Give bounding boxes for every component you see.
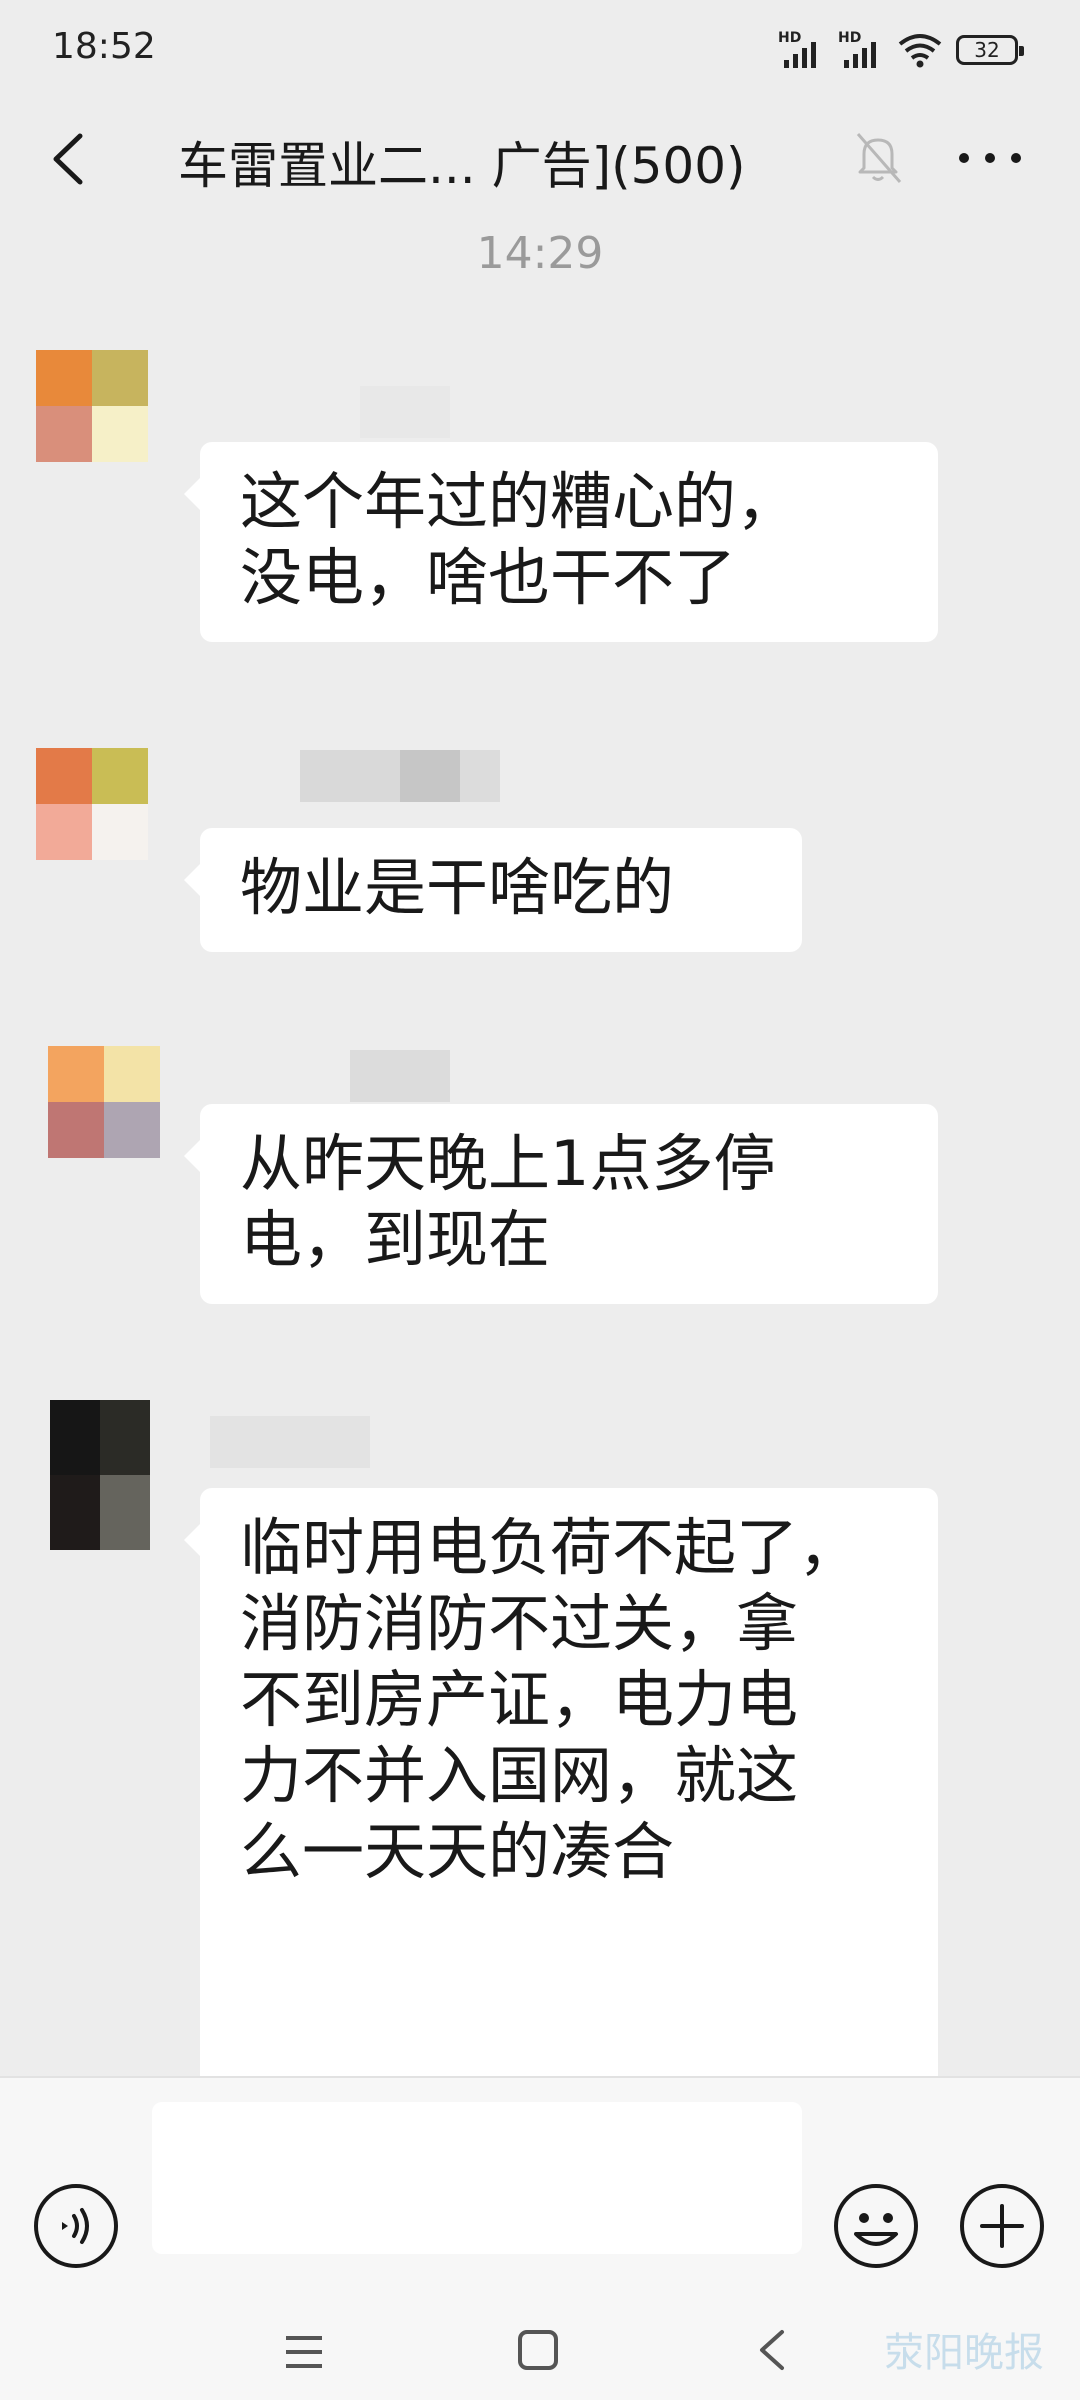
status-bar: 18:52 HD HD 32	[0, 0, 1080, 100]
message-timestamp: 14:29	[476, 228, 604, 279]
plus-icon[interactable]	[958, 2182, 1046, 2270]
message-text: 物业是干啥吃的	[240, 851, 675, 924]
sender-name-blurred	[360, 386, 450, 438]
message-bubble[interactable]: 从昨天晚上1点多停 电，到现在	[184, 1104, 938, 1304]
menu-icon[interactable]	[282, 2332, 326, 2372]
message-bubble[interactable]: 这个年过的糟心的， 没电，啥也干不了	[184, 442, 938, 642]
status-icons: HD HD 32	[778, 28, 1024, 72]
home-square-icon[interactable]	[516, 2328, 560, 2372]
battery-level: 32	[974, 38, 1000, 62]
message-text: 临时用电负荷不起了， 消防消防不过关，拿 不到房产证，电力电 力不并入国网，就这…	[240, 1511, 861, 1888]
avatar[interactable]	[36, 350, 148, 462]
back-triangle-icon[interactable]	[750, 2326, 794, 2374]
chat-header: 车雷置业二... 广告](500)	[0, 100, 1080, 228]
avatar[interactable]	[48, 1046, 160, 1158]
sender-name-blurred	[210, 1416, 370, 1468]
avatar[interactable]	[36, 748, 148, 860]
avatar[interactable]	[50, 1400, 150, 1550]
sender-name-blurred	[300, 750, 500, 802]
chevron-left-icon[interactable]	[36, 124, 106, 194]
battery-icon: 32	[956, 35, 1024, 65]
system-nav-bar: 荥阳晚报	[0, 2296, 1080, 2400]
input-bar	[0, 2076, 1080, 2296]
sender-name-blurred	[350, 1050, 450, 1102]
message-text: 从昨天晚上1点多停 电，到现在	[240, 1127, 776, 1276]
more-dots-icon[interactable]	[950, 128, 1030, 188]
status-time: 18:52	[52, 26, 156, 67]
watermark: 荥阳晚报	[884, 2330, 1044, 2376]
voice-icon[interactable]	[32, 2182, 120, 2270]
message-bubble[interactable]: 临时用电负荷不起了， 消防消防不过关，拿 不到房产证，电力电 力不并入国网，就这…	[184, 1488, 938, 2088]
bell-off-icon	[856, 133, 902, 183]
chat-title[interactable]: 车雷置业二... 广告](500)	[178, 126, 746, 198]
signal-icon: HD	[838, 30, 884, 68]
message-bubble[interactable]: 物业是干啥吃的	[184, 828, 802, 952]
emoji-icon[interactable]	[832, 2182, 920, 2270]
message-input[interactable]	[152, 2102, 802, 2254]
message-text: 这个年过的糟心的， 没电，啥也干不了	[240, 465, 799, 614]
signal-icon: HD	[778, 30, 824, 68]
wifi-icon	[898, 34, 942, 68]
